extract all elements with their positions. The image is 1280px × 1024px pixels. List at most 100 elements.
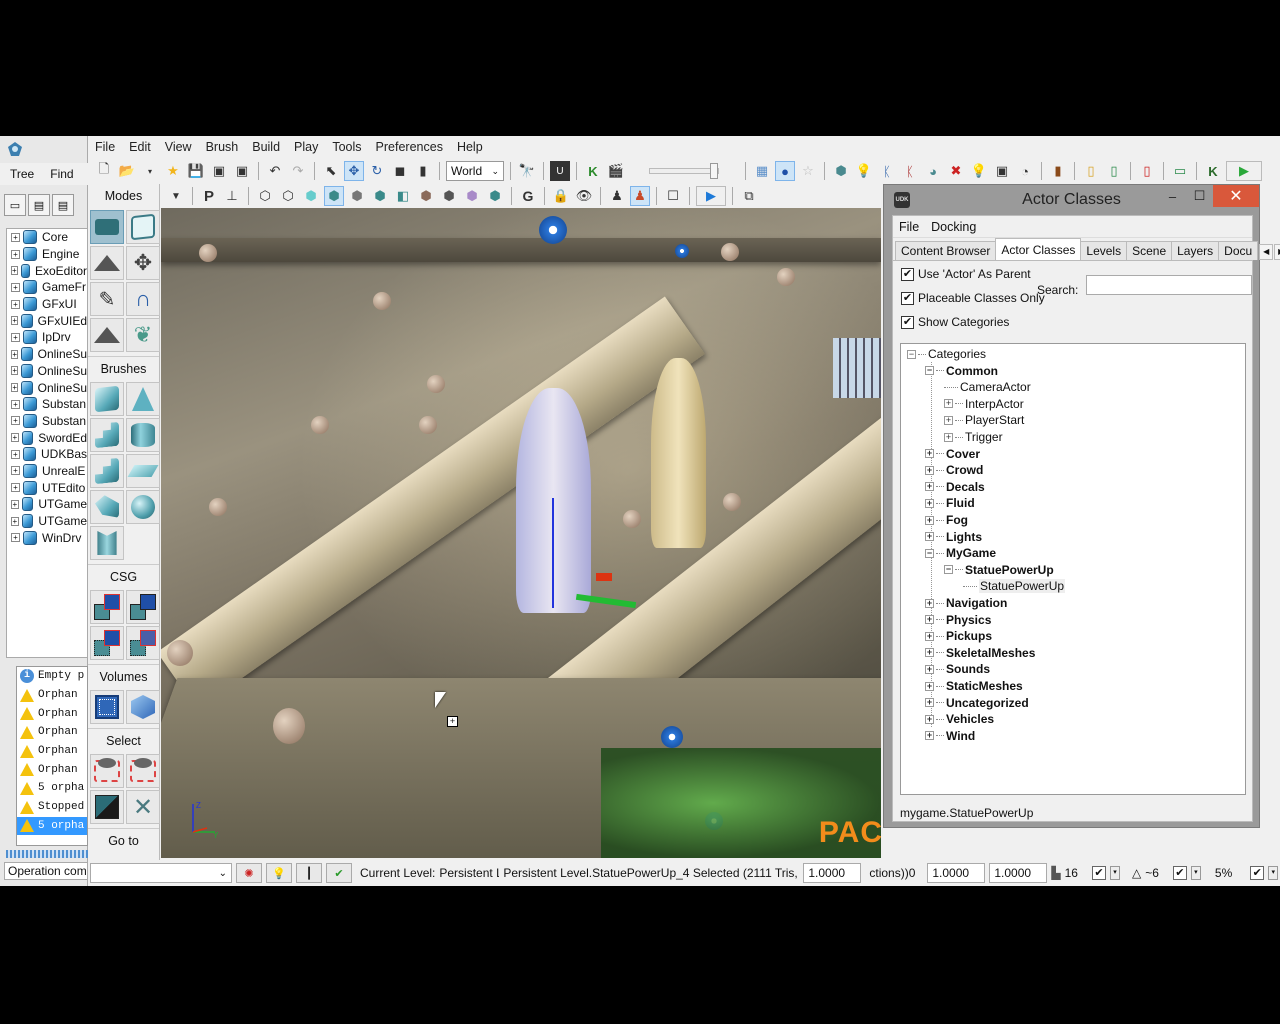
window-titlebar[interactable]: UDK Actor Classes – ☐ ✕ (884, 185, 1259, 215)
save-icon[interactable]: 💾 (186, 161, 206, 181)
cone-brush-button[interactable] (126, 382, 160, 416)
collapse-icon[interactable]: − (944, 565, 953, 575)
lighting-only-icon[interactable]: ⬢ (370, 186, 390, 206)
3d-viewport[interactable]: + Z Y PAC (161, 208, 881, 858)
package-item[interactable]: + OnlineSu (7, 346, 87, 363)
ambient-sound-icon[interactable] (539, 216, 567, 244)
log-entry[interactable]: 5 orpha (17, 779, 87, 798)
log-entry[interactable]: Orphan (17, 723, 87, 742)
cylinder-brush-button[interactable] (126, 418, 160, 452)
pickup-orb[interactable] (311, 416, 329, 434)
command-input[interactable]: ⌄ (90, 863, 232, 883)
message-log[interactable]: i Empty p Orphan Orphan Orphan Orphan Orphan 5 … (16, 666, 88, 846)
window-icon[interactable]: ▭ (4, 194, 26, 216)
build-lighting-icon[interactable]: 💡 (854, 161, 874, 181)
log-entry[interactable]: Orphan (17, 760, 87, 779)
deselect-button[interactable]: ✕ (126, 790, 160, 824)
gizmo-z-axis[interactable] (552, 498, 554, 608)
mesh-paint-mode-button[interactable]: ∩ (126, 282, 160, 316)
tab-layers[interactable]: Layers (1171, 241, 1220, 260)
content-browser-book-icon[interactable]: ▮ (1048, 161, 1068, 181)
tree-node-category[interactable]: + Crowd (925, 462, 983, 478)
import-package-icon[interactable]: ▤ (28, 194, 50, 216)
package-item[interactable]: + UTGame (7, 513, 87, 530)
pickup-orb[interactable] (623, 510, 641, 528)
unlit-icon[interactable]: ⬢ (301, 186, 321, 206)
new-file-icon[interactable]: 🗋 (94, 161, 114, 181)
package-item[interactable]: + UDKBas (7, 446, 87, 463)
package-item[interactable]: + GFxUIEd (7, 312, 87, 329)
maximize-button[interactable]: ☐ (1186, 185, 1213, 207)
menu-preferences[interactable]: Preferences (369, 140, 450, 154)
nonuniform-scale-icon[interactable]: ▮ (413, 161, 433, 181)
ambient-sound-icon[interactable] (675, 244, 689, 258)
package-item[interactable]: + GameFr (7, 279, 87, 296)
expand-icon[interactable]: + (925, 515, 934, 525)
audio-icon[interactable]: ◔ (1015, 161, 1035, 181)
package-item[interactable]: + SwordEd (7, 429, 87, 446)
grid-size-dropdown[interactable]: ▾ (1109, 866, 1120, 880)
grid-size-value[interactable]: 16 (1065, 866, 1078, 880)
csg-intersect-button[interactable] (90, 626, 124, 660)
drag-value-field[interactable]: 1.0000 (803, 863, 862, 883)
expand-icon[interactable]: + (11, 399, 20, 409)
scale-mode-icon[interactable]: ◼ (390, 161, 410, 181)
save-current-level-icon[interactable]: ▣ (232, 161, 252, 181)
tree-node-category[interactable]: + Navigation (925, 595, 1007, 611)
tab-docu[interactable]: Docu (1218, 241, 1259, 260)
geometry-mode-button[interactable] (126, 210, 160, 244)
brush-wireframe-icon[interactable]: ⬡ (255, 186, 275, 206)
tree-node-categories[interactable]: − Categories (907, 346, 986, 362)
menu-play[interactable]: Play (287, 140, 325, 154)
pickup-orb[interactable] (199, 244, 217, 262)
lightbulb-icon[interactable]: 💡 (266, 863, 292, 883)
tree-node-category[interactable]: + Lights (925, 529, 982, 545)
kismet-debug-icon[interactable]: K (1203, 161, 1223, 181)
terrain-mode-button[interactable] (90, 246, 124, 280)
log-entry[interactable]: i Empty p (17, 667, 87, 686)
grid-snap-checkbox[interactable]: ✔ (1091, 866, 1106, 880)
undo-icon[interactable]: ↶ (265, 161, 285, 181)
log-entry[interactable]: Orphan (17, 686, 87, 705)
class-tree[interactable]: − Categories − Common CameraActor + InterpActo… (900, 343, 1246, 795)
play-mobile-icon[interactable]: ▯ (1081, 161, 1101, 181)
tree-node-category[interactable]: + Cover (925, 446, 980, 462)
collapse-icon[interactable]: − (907, 349, 916, 359)
star-outline-icon[interactable]: ☆ (798, 161, 818, 181)
game-view-icon[interactable]: G (518, 186, 538, 206)
shader-complexity-icon[interactable]: ⬢ (439, 186, 459, 206)
close-button[interactable]: ✕ (1213, 185, 1259, 207)
scale-snap-dropdown[interactable]: ▾ (1268, 866, 1279, 880)
drag-grid-toggle-icon[interactable]: ✺ (236, 863, 262, 883)
tree-node-category[interactable]: + Uncategorized (925, 695, 1029, 711)
maximize-viewport-icon[interactable]: ☐ (663, 186, 683, 206)
collapse-icon[interactable]: − (925, 366, 934, 376)
search-input[interactable] (1086, 275, 1252, 295)
menu-brush[interactable]: Brush (199, 140, 246, 154)
csg-add-button[interactable] (90, 590, 124, 624)
expand-icon[interactable]: + (925, 532, 934, 542)
package-item[interactable]: + UTEdito (7, 479, 87, 496)
menu-tools[interactable]: Tools (325, 140, 368, 154)
build-paths-icon[interactable]: ᛕ (877, 161, 897, 181)
expand-icon[interactable]: + (11, 249, 20, 259)
package-item[interactable]: + Engine (7, 246, 87, 263)
tree-node-category[interactable]: + Fluid (925, 495, 975, 511)
menu-edit[interactable]: Edit (122, 140, 158, 154)
expand-icon[interactable]: + (11, 299, 20, 309)
tree-node-statuepowerup-class[interactable]: StatuePowerUp (963, 578, 1066, 594)
unreal-app-icon[interactable] (6, 141, 24, 159)
log-entry[interactable]: Orphan (17, 742, 87, 761)
pickup-orb[interactable] (427, 375, 445, 393)
expand-icon[interactable]: + (11, 449, 20, 459)
tab-actor-classes[interactable]: Actor Classes (995, 238, 1082, 260)
expand-icon[interactable]: + (925, 498, 934, 508)
expand-icon[interactable]: + (925, 698, 934, 708)
linear-stair-brush-button[interactable] (90, 454, 124, 488)
expand-icon[interactable]: + (944, 432, 953, 442)
unreal-kismet-logo-icon[interactable]: U (550, 161, 570, 181)
rotation-snap-checkbox[interactable]: ✔ (1172, 866, 1187, 880)
current-level-value[interactable]: Persistent Le (439, 866, 499, 880)
log-entry[interactable]: Orphan (17, 704, 87, 723)
expand-icon[interactable]: + (11, 499, 19, 509)
